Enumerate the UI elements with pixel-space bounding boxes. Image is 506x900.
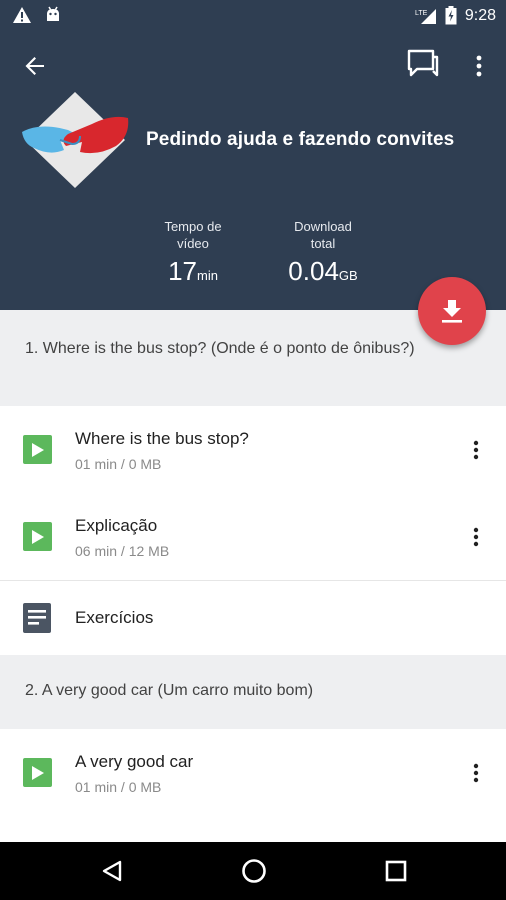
chat-button[interactable] <box>404 47 442 81</box>
play-icon <box>23 522 52 551</box>
signal-lte-icon: LTE <box>415 8 436 24</box>
status-bar: LTE 9:28 <box>0 0 506 33</box>
download-unit: GB <box>338 268 358 283</box>
download-icon <box>442 300 462 323</box>
lesson-item[interactable]: A very good car 01 min / 0 MB <box>0 729 506 816</box>
lesson-list[interactable]: 1. Where is the bus stop? (Onde é o pont… <box>0 310 506 842</box>
course-logo <box>22 92 129 188</box>
course-header: Pedindo ajuda e fazendo convites Tempo d… <box>0 33 506 310</box>
more-vert-icon <box>473 763 479 783</box>
play-icon <box>23 435 52 464</box>
overflow-menu-button[interactable] <box>466 49 492 83</box>
lesson-meta: 01 min / 0 MB <box>75 456 162 472</box>
video-time-value: 17 <box>168 256 197 286</box>
lesson-more-button[interactable] <box>462 759 490 787</box>
more-vert-icon <box>473 440 479 460</box>
course-title: Pedindo ajuda e fazendo convites <box>146 129 455 150</box>
warning-icon <box>13 7 31 23</box>
lesson-meta: 06 min / 12 MB <box>75 543 170 559</box>
lesson-more-button[interactable] <box>462 436 490 464</box>
battery-charging-icon <box>445 6 457 25</box>
lesson-meta: 01 min / 0 MB <box>75 779 162 795</box>
video-time-stat: Tempo de vídeo 17min <box>150 218 236 291</box>
download-total-stat: Download total 0.04GB <box>268 218 378 291</box>
status-time: 9:28 <box>464 6 496 24</box>
nav-recents-icon <box>385 860 407 882</box>
nav-back-icon <box>102 860 122 882</box>
lesson-title: Explicação <box>75 516 158 535</box>
download-label-line1: Download <box>294 219 352 234</box>
download-label-line2: total <box>310 236 336 251</box>
exercise-item[interactable]: Exercícios <box>0 581 506 655</box>
chat-icon <box>407 49 439 77</box>
video-time-unit: min <box>196 268 218 283</box>
lesson-title: A very good car <box>75 752 194 771</box>
arrow-back-icon <box>25 57 44 75</box>
download-fab[interactable] <box>418 277 486 345</box>
nav-home-button[interactable] <box>239 856 269 886</box>
lesson-more-button[interactable] <box>462 523 490 551</box>
section-header: 2. A very good car (Um carro muito bom) <box>0 655 506 729</box>
video-time-label-line2: vídeo <box>177 236 209 251</box>
download-value: 0.04 <box>288 256 339 286</box>
back-button[interactable] <box>18 49 52 83</box>
nav-recents-button[interactable] <box>381 856 411 886</box>
svg-text:LTE: LTE <box>415 10 428 17</box>
android-icon <box>47 6 59 21</box>
lesson-item[interactable]: Explicação 06 min / 12 MB <box>0 493 506 580</box>
exercise-title: Exercícios <box>75 608 154 627</box>
more-vert-icon <box>476 55 482 77</box>
more-vert-icon <box>473 527 479 547</box>
lesson-title: Where is the bus stop? <box>75 429 249 448</box>
system-nav-bar <box>0 842 506 900</box>
document-icon <box>23 603 51 633</box>
nav-back-button[interactable] <box>97 856 127 886</box>
play-icon <box>23 758 52 787</box>
lesson-item[interactable]: Where is the bus stop? 01 min / 0 MB <box>0 406 506 493</box>
nav-home-icon <box>242 859 266 883</box>
video-time-label-line1: Tempo de <box>164 219 222 234</box>
